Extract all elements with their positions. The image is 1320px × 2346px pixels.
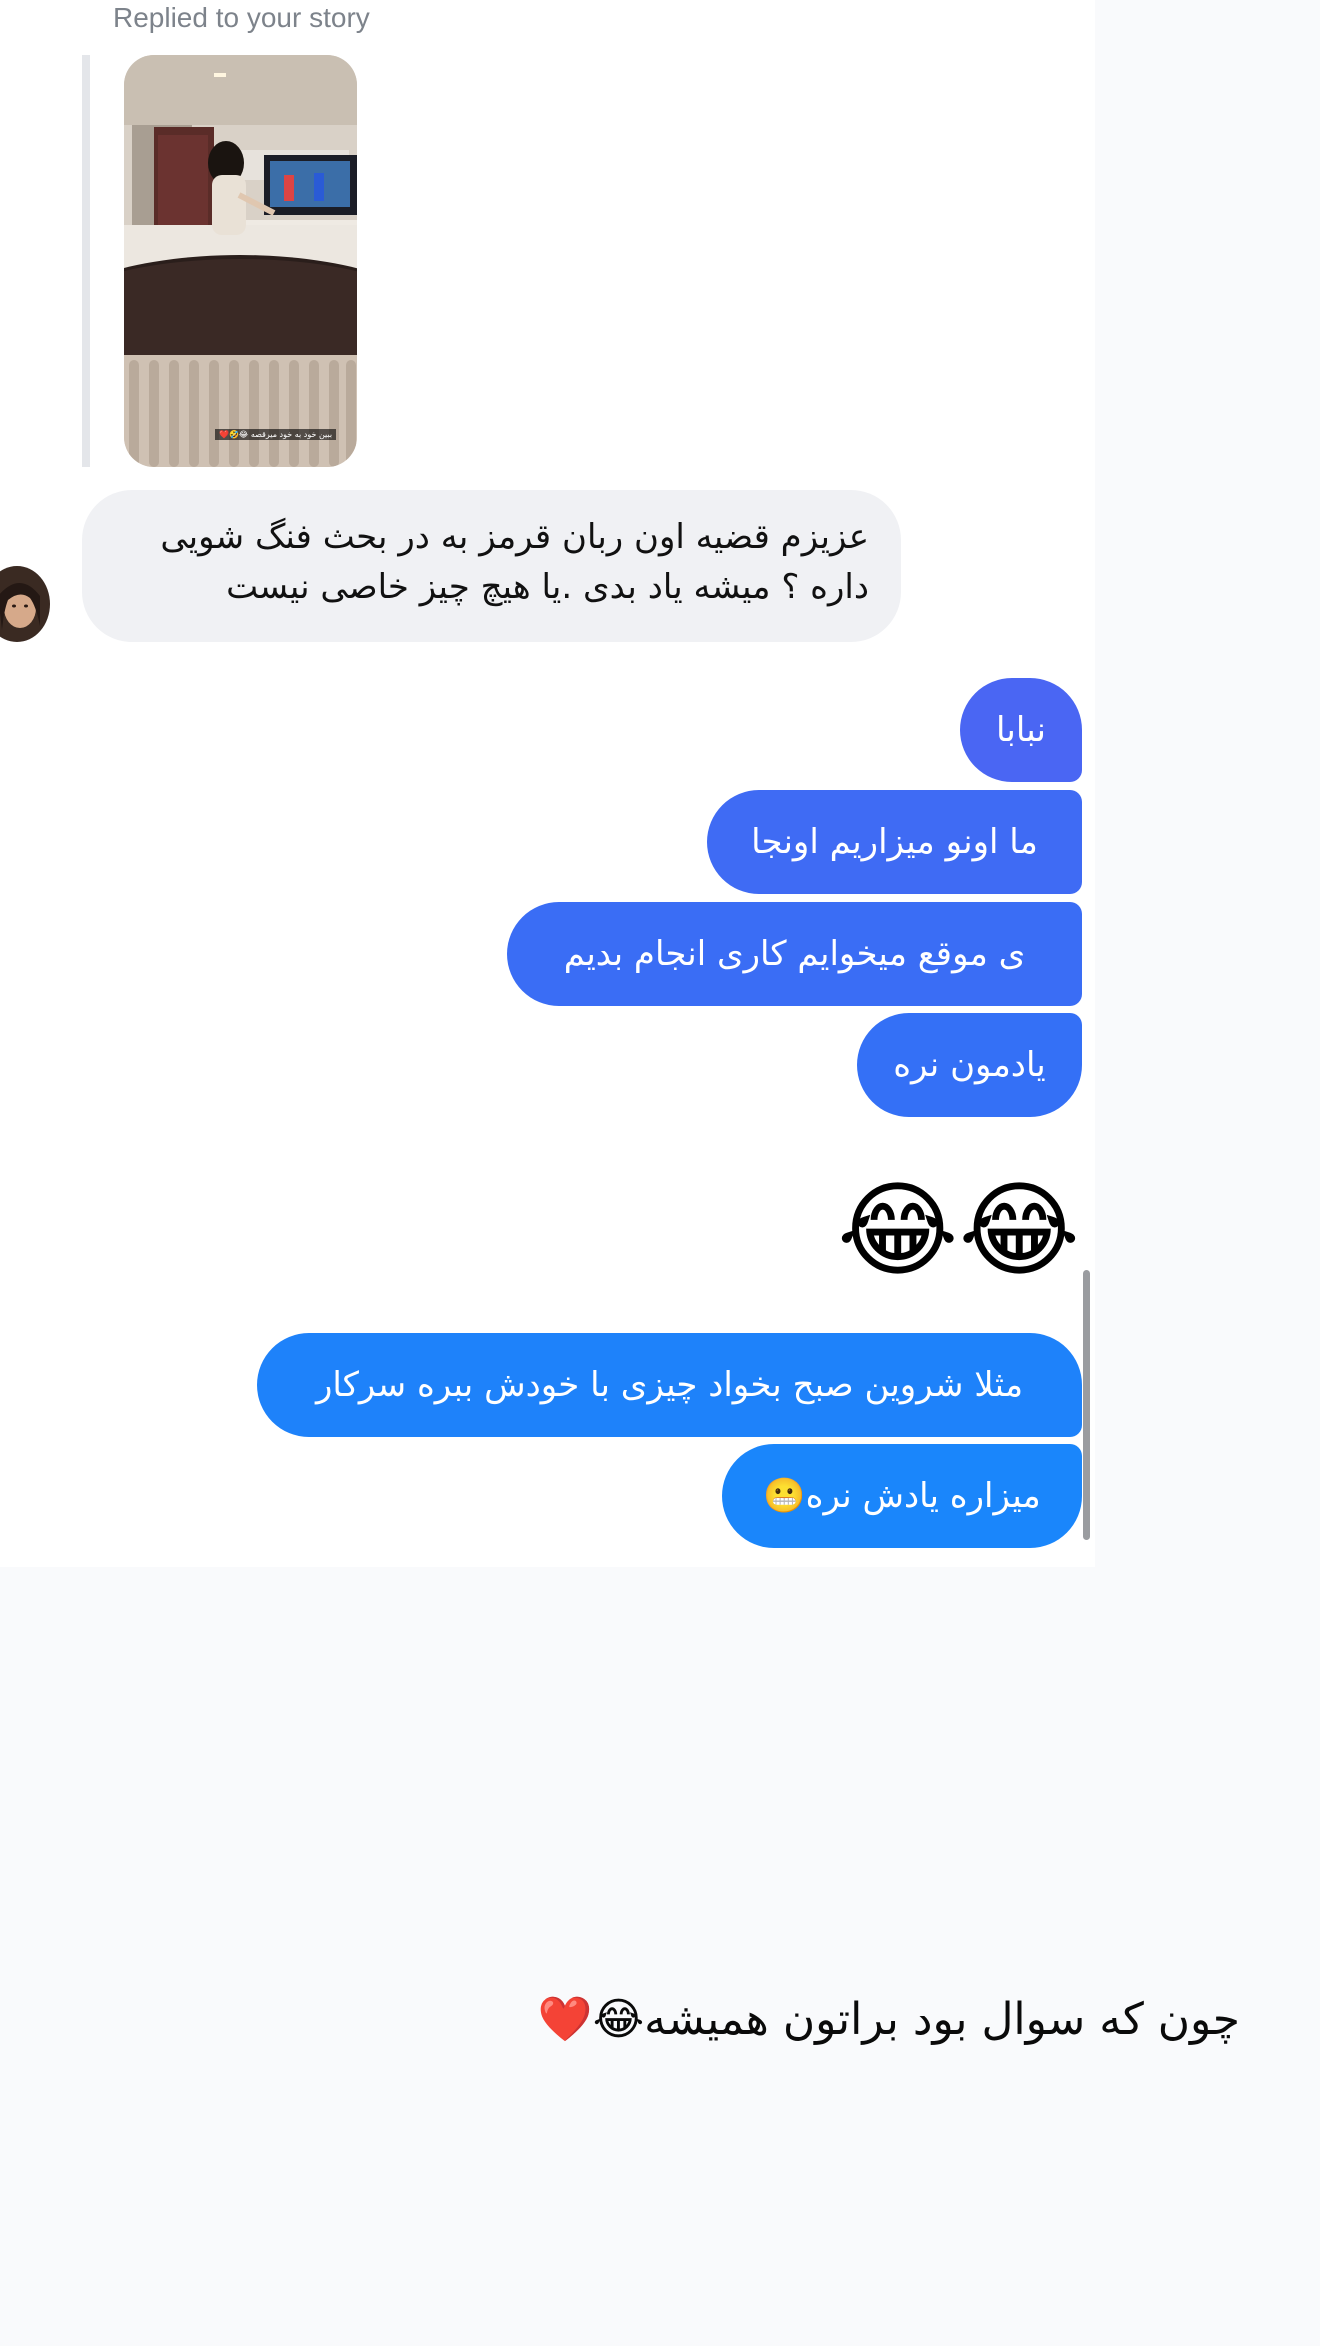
replied-to-story-label: Replied to your story	[113, 2, 370, 33]
outgoing-message-bubble[interactable]: نبابا	[960, 678, 1082, 782]
story-caption: ببین خود به خود میرقصه 😂🤣❤️	[215, 429, 337, 440]
reply-quote-bar	[82, 55, 90, 467]
incoming-message-line-1: عزیزم قضیه اون ربان قرمز به در بحث فنگ ش…	[160, 517, 869, 557]
story-image	[124, 55, 357, 467]
incoming-message-bubble[interactable]: عزیزم قضیه اون ربان قرمز به در بحث فنگ ش…	[82, 490, 901, 642]
emoji-message[interactable]: 😂😂	[780, 1160, 1080, 1300]
outgoing-message-bubble[interactable]: مثلا شروین صبح بخواد چیزی با خودش ببره س…	[257, 1333, 1082, 1437]
outgoing-message-bubble[interactable]: یادمون نره	[857, 1013, 1082, 1117]
outgoing-message-bubble[interactable]: میزاره یادش نره😬	[722, 1444, 1082, 1548]
outgoing-message-bubble[interactable]: ما اونو میزاریم اونجا	[707, 790, 1082, 894]
outgoing-message-bubble[interactable]: ی موقع میخوایم کاری انجام بدیم	[507, 902, 1082, 1006]
chat-thread[interactable]: Replied to your story ببین خود به خود می…	[0, 0, 1095, 1567]
chat-scrollbar[interactable]	[1083, 1270, 1090, 1540]
story-thumbnail[interactable]: ببین خود به خود میرقصه 😂🤣❤️	[124, 55, 357, 467]
sender-avatar[interactable]	[0, 566, 50, 642]
post-caption: چون که سوال بود براتون همیشه😂❤️	[537, 1994, 1240, 2045]
incoming-message-line-2: داره ؟ میشه یاد بدی .یا هیچ چیز خاصی نیس…	[226, 567, 869, 607]
